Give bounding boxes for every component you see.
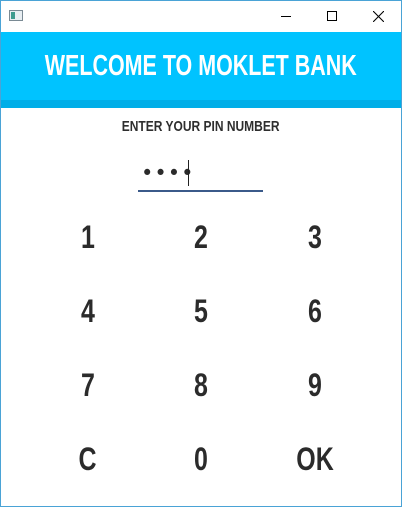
- ok-button-label: OK: [296, 440, 334, 477]
- maximize-button[interactable]: [309, 1, 355, 31]
- key-1[interactable]: 1: [48, 212, 128, 262]
- close-icon: [372, 10, 384, 22]
- key-0[interactable]: 0: [161, 434, 241, 484]
- key-7-label: 7: [81, 366, 95, 403]
- key-9-label: 9: [308, 366, 322, 403]
- key-2[interactable]: 2: [161, 212, 241, 262]
- key-2-label: 2: [194, 218, 208, 255]
- key-4-label: 4: [81, 292, 95, 329]
- clear-button[interactable]: C: [48, 434, 128, 484]
- key-8-label: 8: [194, 366, 208, 403]
- key-7[interactable]: 7: [48, 360, 128, 410]
- title-bar[interactable]: [1, 1, 401, 31]
- key-0-label: 0: [194, 440, 208, 477]
- minimize-icon: [281, 16, 291, 17]
- key-3-label: 3: [308, 218, 322, 255]
- pin-label-text: ENTER YOUR PIN NUMBER: [122, 118, 280, 135]
- key-5[interactable]: 5: [161, 286, 241, 336]
- close-button[interactable]: [355, 1, 401, 31]
- clear-button-label: C: [78, 440, 98, 477]
- key-1-label: 1: [81, 218, 95, 255]
- key-9[interactable]: 9: [275, 360, 355, 410]
- key-4[interactable]: 4: [48, 286, 128, 336]
- text-caret: [188, 160, 189, 186]
- maximize-icon: [327, 11, 337, 21]
- pin-masked-value: ••••: [141, 161, 195, 185]
- header-title: WELCOME TO MOKLET BANK: [45, 49, 357, 82]
- pin-input[interactable]: ••••: [138, 156, 263, 192]
- app-window: WELCOME TO MOKLET BANK ENTER YOUR PIN NU…: [0, 0, 402, 507]
- header-banner: WELCOME TO MOKLET BANK: [1, 32, 401, 100]
- key-3[interactable]: 3: [275, 212, 355, 262]
- key-6-label: 6: [308, 292, 322, 329]
- minimize-button[interactable]: [263, 1, 309, 31]
- key-5-label: 5: [194, 292, 208, 329]
- app-icon: [9, 10, 23, 21]
- key-6[interactable]: 6: [275, 286, 355, 336]
- pin-label: ENTER YOUR PIN NUMBER: [1, 117, 401, 137]
- header-strip: [1, 100, 401, 108]
- key-8[interactable]: 8: [161, 360, 241, 410]
- ok-button[interactable]: OK: [275, 434, 355, 484]
